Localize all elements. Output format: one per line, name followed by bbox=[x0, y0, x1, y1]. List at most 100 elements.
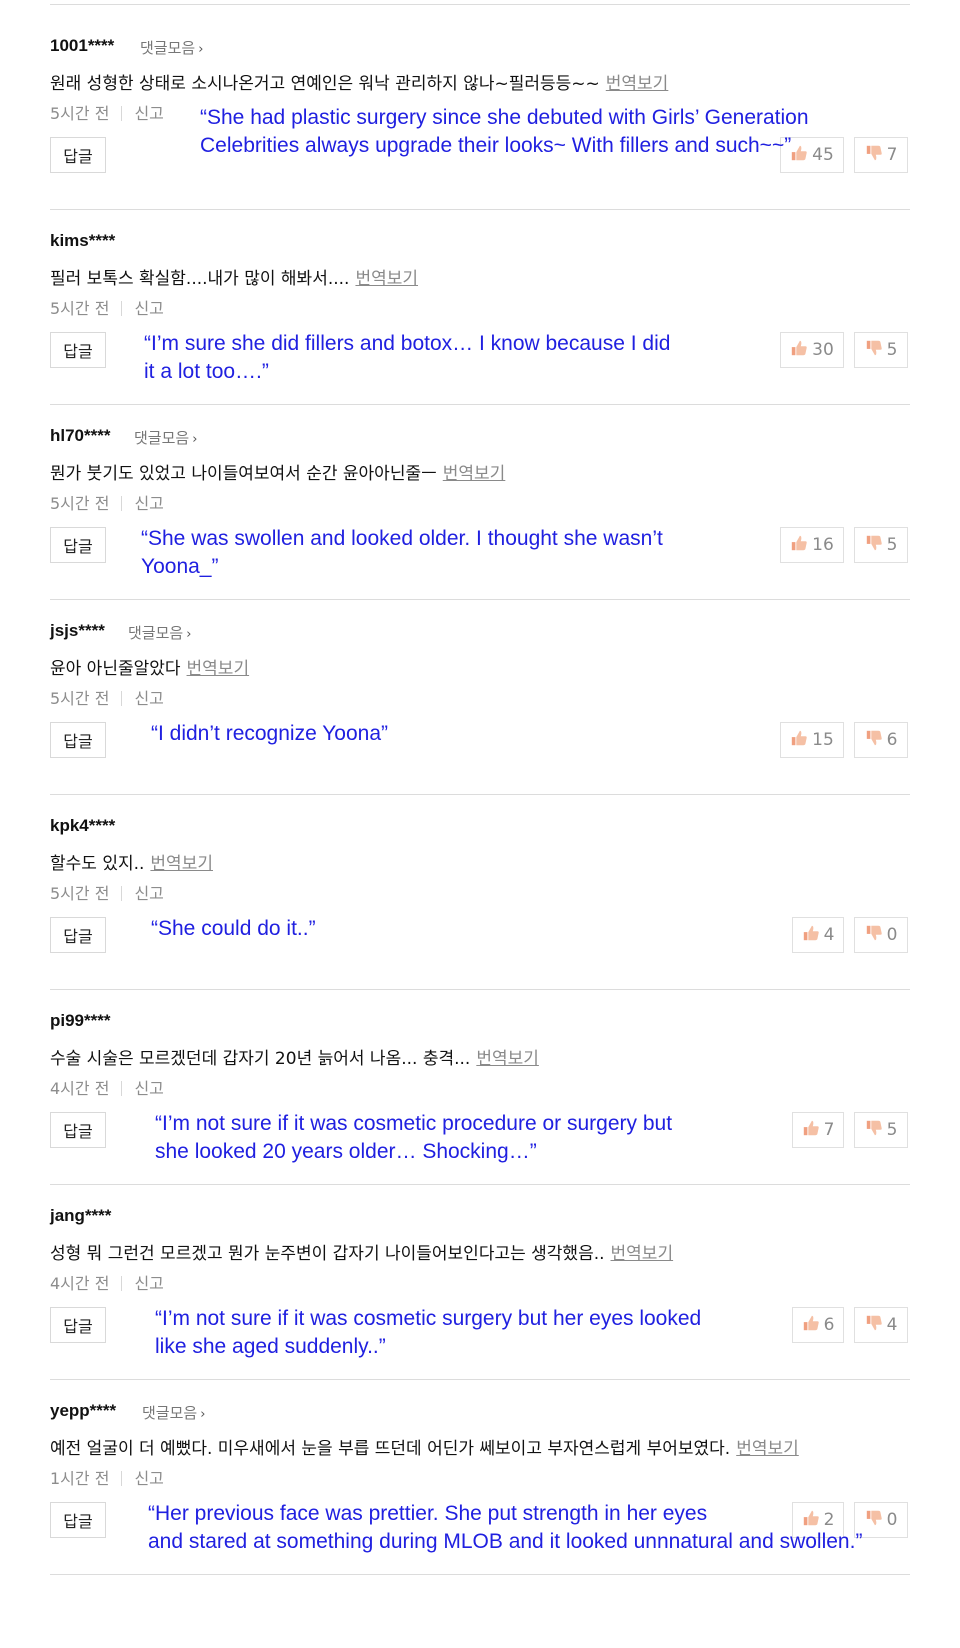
translate-link[interactable]: 번역보기 bbox=[150, 854, 213, 874]
translation-line-2: Celebrities always upgrade their looks~ … bbox=[200, 134, 792, 157]
translate-link[interactable]: 번역보기 bbox=[443, 464, 506, 484]
translation-line-2: like she aged suddenly..” bbox=[155, 1335, 386, 1358]
comment-author[interactable]: jsjs**** bbox=[50, 621, 105, 641]
timestamp: 5시간 전 bbox=[50, 884, 110, 903]
collect-comments-link[interactable]: 댓글모음 › bbox=[134, 427, 197, 448]
translation-line-2: it a lot too….” bbox=[144, 360, 269, 383]
timestamp: 4시간 전 bbox=[50, 1274, 110, 1293]
meta-separator bbox=[121, 691, 123, 706]
comment-body: 윤아 아닌줄알았다 bbox=[50, 659, 181, 679]
translate-link[interactable]: 번역보기 bbox=[611, 1244, 674, 1264]
chevron-right-icon: › bbox=[186, 627, 192, 642]
comment-meta: 5시간 전 신고 bbox=[50, 490, 164, 514]
comment-meta: 5시간 전 신고 bbox=[50, 295, 164, 319]
comment-body: 할수도 있지.. bbox=[50, 854, 145, 874]
comment-text: 원래 성형한 상태로 소시나온거고 연예인은 워낙 관리하지 않나~필러등등~~… bbox=[50, 69, 668, 94]
timestamp: 5시간 전 bbox=[50, 494, 110, 513]
timestamp: 5시간 전 bbox=[50, 299, 110, 318]
comment-author[interactable]: 1001**** bbox=[50, 36, 114, 56]
collect-comments-link[interactable]: 댓글모음 › bbox=[140, 37, 203, 58]
translation-caption: “She had plastic surgery since she debut… bbox=[200, 104, 950, 160]
report-link[interactable]: 신고 bbox=[134, 299, 163, 318]
comment-author[interactable]: kpk4**** bbox=[50, 816, 115, 836]
reply-button[interactable]: 답글 bbox=[50, 1112, 106, 1148]
comment-author[interactable]: pi99**** bbox=[50, 1011, 110, 1031]
comment-text: 수술 시술은 모르겠던데 갑자기 20년 늙어서 나옴... 충격... 번역보기 bbox=[50, 1044, 539, 1069]
comment-meta: 5시간 전 신고 bbox=[50, 880, 164, 904]
translation-caption: “I’m not sure if it was cosmetic procedu… bbox=[155, 1110, 950, 1166]
comment-author[interactable]: jang**** bbox=[50, 1206, 111, 1226]
meta-separator bbox=[121, 106, 123, 121]
collect-comments-link[interactable]: 댓글모음 › bbox=[128, 622, 191, 643]
comment-meta: 5시간 전 신고 bbox=[50, 685, 164, 709]
collect-label: 댓글모음 bbox=[128, 624, 184, 642]
translate-link[interactable]: 번역보기 bbox=[355, 269, 418, 289]
comment-meta: 4시간 전 신고 bbox=[50, 1270, 164, 1294]
translation-line-1: “Her previous face was prettier. She put… bbox=[148, 1502, 708, 1525]
comment-body: 수술 시술은 모르겠던데 갑자기 20년 늙어서 나옴... 충격... bbox=[50, 1049, 471, 1069]
report-link[interactable]: 신고 bbox=[134, 104, 163, 123]
reply-button[interactable]: 답글 bbox=[50, 332, 106, 368]
meta-separator bbox=[121, 301, 123, 316]
chevron-right-icon: › bbox=[200, 1407, 206, 1422]
comment-text: 예전 얼굴이 더 예뻤다. 미우새에서 눈을 부릅 뜨던데 어딘가 쎄보이고 부… bbox=[50, 1434, 799, 1459]
comment-text: 뭔가 붓기도 있었고 나이들여보여서 순간 윤아아닌줄ㅡ 번역보기 bbox=[50, 459, 505, 484]
reply-button[interactable]: 답글 bbox=[50, 527, 106, 563]
reply-button[interactable]: 답글 bbox=[50, 1307, 106, 1343]
comment-meta: 1시간 전 신고 bbox=[50, 1465, 164, 1489]
reply-button[interactable]: 답글 bbox=[50, 722, 106, 758]
report-link[interactable]: 신고 bbox=[134, 1274, 163, 1293]
comment-body: 원래 성형한 상태로 소시나온거고 연예인은 워낙 관리하지 않나~필러등등~~ bbox=[50, 74, 600, 94]
timestamp: 5시간 전 bbox=[50, 104, 110, 123]
report-link[interactable]: 신고 bbox=[134, 1469, 163, 1488]
translation-caption: “She was swollen and looked older. I tho… bbox=[141, 525, 950, 581]
timestamp: 1시간 전 bbox=[50, 1469, 110, 1488]
collect-label: 댓글모음 bbox=[140, 39, 196, 57]
translation-line-1: “I didn’t recognize Yoona” bbox=[151, 722, 388, 745]
meta-separator bbox=[121, 1471, 123, 1486]
meta-separator bbox=[121, 886, 123, 901]
reply-button[interactable]: 답글 bbox=[50, 917, 106, 953]
meta-separator bbox=[121, 496, 123, 511]
comment-author[interactable]: kims**** bbox=[50, 231, 115, 251]
collect-comments-link[interactable]: 댓글모음 › bbox=[142, 1402, 205, 1423]
comment-item: kpk4**** 할수도 있지.. 번역보기 5시간 전 신고 답글 4 0 bbox=[0, 780, 960, 975]
report-link[interactable]: 신고 bbox=[134, 689, 163, 708]
translation-line-1: “She was swollen and looked older. I tho… bbox=[141, 527, 663, 550]
comment-body: 필러 보톡스 확실함....내가 많이 해봐서.... bbox=[50, 269, 350, 289]
translation-caption: “She could do it..” bbox=[151, 915, 950, 943]
translate-link[interactable]: 번역보기 bbox=[736, 1439, 799, 1459]
reply-button[interactable]: 답글 bbox=[50, 1502, 106, 1538]
comment-item: 1001**** 댓글모음 › 원래 성형한 상태로 소시나온거고 연예인은 워낙… bbox=[0, 0, 960, 195]
timestamp: 5시간 전 bbox=[50, 689, 110, 708]
reply-button[interactable]: 답글 bbox=[50, 137, 106, 173]
comment-item: jsjs**** 댓글모음 › 윤아 아닌줄알았다 번역보기 5시간 전 신고 답글 … bbox=[0, 585, 960, 780]
translation-caption: “I’m not sure if it was cosmetic surgery… bbox=[155, 1305, 950, 1361]
comment-author[interactable]: yepp**** bbox=[50, 1401, 116, 1421]
translation-line-1: “She had plastic surgery since she debut… bbox=[200, 106, 809, 129]
collect-label: 댓글모음 bbox=[134, 429, 190, 447]
translation-caption: “I’m sure she did fillers and botox… I k… bbox=[144, 330, 950, 386]
comment-author[interactable]: hl70**** bbox=[50, 426, 110, 446]
comment-text: 할수도 있지.. 번역보기 bbox=[50, 849, 213, 874]
chevron-right-icon: › bbox=[198, 42, 204, 57]
meta-separator bbox=[121, 1276, 123, 1291]
meta-separator bbox=[121, 1081, 123, 1096]
report-link[interactable]: 신고 bbox=[134, 884, 163, 903]
comment-body: 뭔가 붓기도 있었고 나이들여보여서 순간 윤아아닌줄ㅡ bbox=[50, 464, 437, 484]
chevron-right-icon: › bbox=[192, 432, 198, 447]
comment-text: 필러 보톡스 확실함....내가 많이 해봐서.... 번역보기 bbox=[50, 264, 418, 289]
report-link[interactable]: 신고 bbox=[134, 1079, 163, 1098]
translate-link[interactable]: 번역보기 bbox=[606, 74, 669, 94]
translation-caption: “Her previous face was prettier. She put… bbox=[148, 1500, 950, 1556]
comment-text: 윤아 아닌줄알았다 번역보기 bbox=[50, 654, 249, 679]
translate-link[interactable]: 번역보기 bbox=[187, 659, 250, 679]
translation-line-1: “I’m not sure if it was cosmetic procedu… bbox=[155, 1112, 673, 1135]
comment-meta: 5시간 전 신고 bbox=[50, 100, 164, 124]
timestamp: 4시간 전 bbox=[50, 1079, 110, 1098]
translate-link[interactable]: 번역보기 bbox=[476, 1049, 539, 1069]
comment-text: 성형 뭐 그런건 모르겠고 뭔가 눈주변이 갑자기 나이들어보인다고는 생각했음… bbox=[50, 1239, 673, 1264]
divider bbox=[50, 1574, 910, 1575]
report-link[interactable]: 신고 bbox=[134, 494, 163, 513]
comment-body: 예전 얼굴이 더 예뻤다. 미우새에서 눈을 부릅 뜨던데 어딘가 쎄보이고 부… bbox=[50, 1439, 731, 1459]
